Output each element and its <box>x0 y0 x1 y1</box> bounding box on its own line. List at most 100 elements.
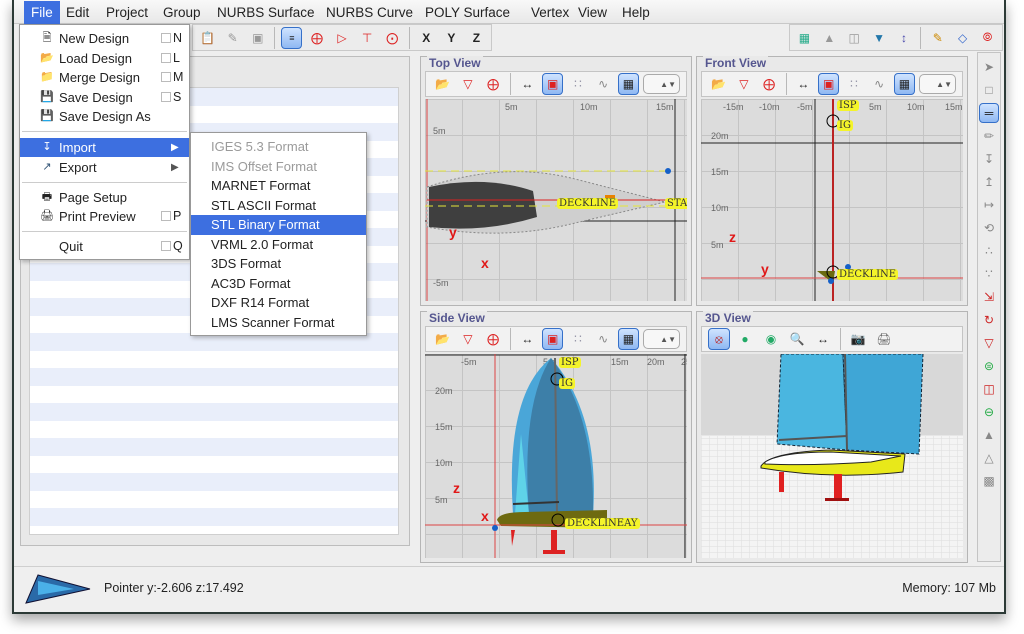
menu-edit[interactable]: Edit <box>59 3 96 22</box>
render-icon[interactable]: ⦾ <box>977 27 998 49</box>
menu-file[interactable]: File <box>24 1 60 24</box>
section-cross-icon[interactable]: ⨁ <box>759 73 780 95</box>
print-icon[interactable]: 🖨 <box>873 328 895 350</box>
import-lms-scanner[interactable]: LMS Scanner Format <box>191 313 366 333</box>
weight-icon[interactable]: ▲ <box>819 27 840 49</box>
extrude-icon[interactable]: ▲ <box>979 425 999 445</box>
edge-resize-icon[interactable]: ⇲ <box>979 287 999 307</box>
section-icon[interactable]: ▽ <box>457 73 478 95</box>
edge-section-icon[interactable]: ▽ <box>979 333 999 353</box>
move-right-icon[interactable]: ↦ <box>979 195 999 215</box>
paste-icon[interactable]: 📋 <box>197 27 218 49</box>
zoom-fit-icon[interactable]: ↔ <box>517 73 538 95</box>
eraser-icon[interactable]: ◇ <box>952 27 973 49</box>
rectangle-select-icon[interactable]: □ <box>979 80 999 100</box>
pan-icon[interactable]: ● <box>734 328 756 350</box>
front-view-canvas[interactable]: -15m -10m -5m 5m 10m 15m 20m 15m 10m 5m … <box>701 99 963 301</box>
import-stl-ascii[interactable]: STL ASCII Format <box>191 196 366 216</box>
vertical-split-icon[interactable]: ◫ <box>979 379 999 399</box>
menu-item-merge-design[interactable]: 📁 Merge Design M <box>20 68 189 87</box>
load-picture-icon[interactable]: 📂 <box>432 328 453 350</box>
rotate-icon[interactable]: ⦻ <box>708 328 730 350</box>
menu-item-load-design[interactable]: 📂 Load Design L <box>20 49 189 68</box>
zoom-fit-icon[interactable]: ↔ <box>812 328 834 350</box>
mirror-vertex-icon[interactable]: ∵ <box>979 264 999 284</box>
import-stl-binary[interactable]: STL Binary Format <box>191 215 366 235</box>
menu-item-new-design[interactable]: 🗎 New Design N <box>20 29 189 48</box>
move-up-icon[interactable]: ↥ <box>979 172 999 192</box>
color-map-icon[interactable]: ▦ <box>794 27 815 49</box>
z-axis-button[interactable]: Z <box>466 27 487 49</box>
shaded-icon[interactable]: ▣ <box>541 73 564 95</box>
menu-item-export[interactable]: ↗ Export ▶ <box>20 158 189 177</box>
menu-vertex[interactable]: Vertex <box>524 3 576 22</box>
section-cross-icon[interactable]: ⨁ <box>483 73 504 95</box>
curvature-icon[interactable]: ∿ <box>869 73 890 95</box>
edit-properties-icon[interactable]: ✎ <box>927 27 948 49</box>
top-view-icon[interactable]: ⊤ <box>357 27 378 49</box>
side-view-icon[interactable]: ▷ <box>332 27 353 49</box>
measure-icon[interactable]: ↕ <box>894 27 915 49</box>
shaded-icon[interactable]: ▣ <box>817 73 840 95</box>
menu-nurbs-curve[interactable]: NURBS Curve <box>319 3 420 22</box>
section-cross-icon[interactable]: ⨁ <box>483 328 504 350</box>
edit-doc-icon[interactable]: ✎ <box>222 27 243 49</box>
curvature-icon[interactable]: ∿ <box>593 328 614 350</box>
move-down-icon[interactable]: ↧ <box>979 149 999 169</box>
view-spinner[interactable]: ▲▼ <box>919 74 956 94</box>
import-marnet[interactable]: MARNET Format <box>191 176 366 196</box>
hull-half-icon[interactable]: ⊖ <box>979 402 999 422</box>
menu-project[interactable]: Project <box>99 3 155 22</box>
top-view-canvas[interactable]: 5m 10m 15m 5m -5m DECKLINE STAY y x <box>425 99 687 301</box>
pencil-icon[interactable]: ✏ <box>979 126 999 146</box>
offset-plate-icon[interactable]: △ <box>979 448 999 468</box>
control-points-icon[interactable]: ∷ <box>567 73 588 95</box>
shell-icon[interactable]: ▩ <box>979 471 999 491</box>
orbit-icon[interactable]: ◉ <box>760 328 782 350</box>
menu-poly-surface[interactable]: POLY Surface <box>418 3 517 22</box>
load-picture-icon[interactable]: 📂 <box>432 73 453 95</box>
control-points-icon[interactable]: ∷ <box>843 73 864 95</box>
grid-icon[interactable]: ▦ <box>617 328 640 350</box>
menu-item-page-setup[interactable]: 🖶 Page Setup <box>20 188 189 207</box>
menu-item-save-design[interactable]: 💾 Save Design S <box>20 88 189 107</box>
select-arrow-icon[interactable]: ➤ <box>979 57 999 77</box>
grid-icon[interactable]: ▦ <box>893 73 916 95</box>
menu-item-print-preview[interactable]: 🖨 Print Preview P <box>20 207 189 226</box>
zoom-fit-icon[interactable]: ↔ <box>517 328 538 350</box>
side-view-canvas[interactable]: -5m 5m 15m 20m 25 20m 15m 10m 5m <box>425 354 687 558</box>
load-picture-icon[interactable]: 📂 <box>708 73 729 95</box>
curvature-icon[interactable]: ∿ <box>593 73 614 95</box>
menu-item-quit[interactable]: Quit Q <box>20 237 189 256</box>
menu-item-save-design-as[interactable]: 💾 Save Design As <box>20 107 189 126</box>
menu-nurbs-surface[interactable]: NURBS Surface <box>210 3 322 22</box>
camera-icon[interactable]: 📷 <box>847 328 869 350</box>
x-axis-button[interactable]: X <box>416 27 437 49</box>
menu-view[interactable]: View <box>571 3 614 22</box>
note-icon[interactable]: ▣ <box>247 27 268 49</box>
view-spinner[interactable]: ▲▼ <box>643 74 680 94</box>
edge-rotate-icon[interactable]: ↻ <box>979 310 999 330</box>
hydrostatics-icon[interactable]: ▼ <box>869 27 890 49</box>
menu-help[interactable]: Help <box>615 3 657 22</box>
import-3ds[interactable]: 3DS Format <box>191 254 366 274</box>
layout-views-icon[interactable]: ≡ <box>281 26 303 49</box>
layers-icon[interactable]: ◫ <box>844 27 865 49</box>
shaded-icon[interactable]: ▣ <box>541 328 564 350</box>
rotate-vertex-icon[interactable]: ⟲ <box>979 218 999 238</box>
import-vrml[interactable]: VRML 2.0 Format <box>191 235 366 255</box>
scale-vertex-icon[interactable]: ∴ <box>979 241 999 261</box>
section-icon[interactable]: ▽ <box>457 328 478 350</box>
control-points-icon[interactable]: ∷ <box>567 328 588 350</box>
grid-icon[interactable]: ▦ <box>617 73 640 95</box>
perspective-view-icon[interactable]: ⨀ <box>382 27 403 49</box>
y-axis-button[interactable]: Y <box>441 27 462 49</box>
zoom-fit-icon[interactable]: ↔ <box>793 73 814 95</box>
horizontal-split-icon[interactable]: ⊜ <box>979 356 999 376</box>
menu-item-import[interactable]: ↧ Import ▶ <box>20 138 189 157</box>
menu-group[interactable]: Group <box>156 3 208 22</box>
import-dxf[interactable]: DXF R14 Format <box>191 293 366 313</box>
view-spinner[interactable]: ▲▼ <box>643 329 680 349</box>
import-ac3d[interactable]: AC3D Format <box>191 274 366 294</box>
zoom-icon[interactable]: 🔍 <box>786 328 808 350</box>
